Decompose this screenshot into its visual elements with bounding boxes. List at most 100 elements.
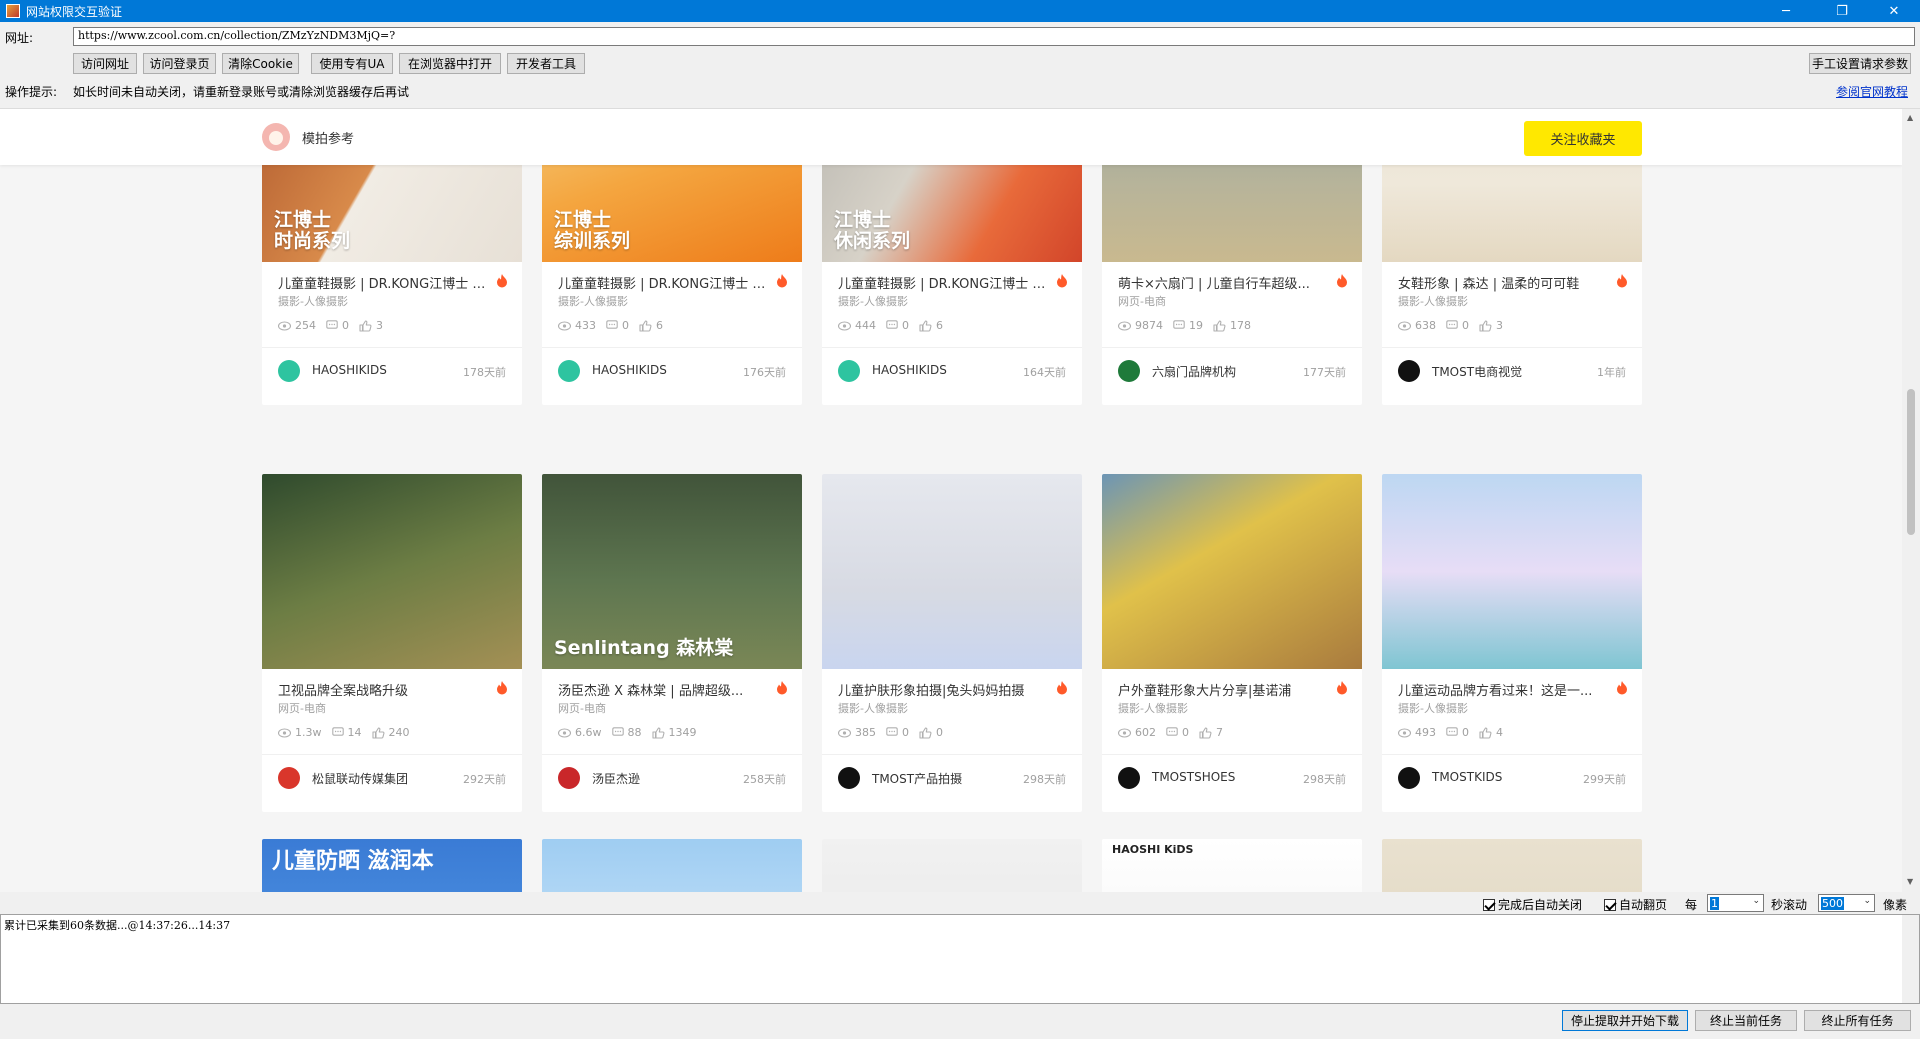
work-thumbnail[interactable] <box>542 839 802 892</box>
author-avatar[interactable] <box>278 360 300 382</box>
comment-count: 0 <box>1462 319 1469 332</box>
author-name[interactable]: TMOSTKIDS <box>1432 770 1502 784</box>
work-title[interactable]: 汤臣杰逊 X 森林棠 | 品牌超级... <box>558 680 774 699</box>
author-avatar[interactable] <box>558 767 580 789</box>
work-title[interactable]: 儿童护肤形象拍摄|兔头妈妈拍摄 <box>838 680 1054 699</box>
checkbox-icon <box>1604 898 1616 911</box>
work-card[interactable]: 儿童运动品牌方看过来！这是一... 摄影-人像摄影 493 0 4 TMOSTKIDS 29… <box>1382 474 1642 812</box>
author-name[interactable]: 松鼠联动传媒集团 <box>312 770 408 787</box>
work-thumbnail[interactable]: Senlintang 森林棠 <box>542 474 802 669</box>
eye-icon <box>1398 727 1411 738</box>
work-card[interactable] <box>1382 839 1642 892</box>
stop-current-task-button[interactable]: 终止当前任务 <box>1695 1010 1797 1031</box>
auto-page-label: 自动翻页 <box>1619 898 1668 912</box>
work-title[interactable]: 萌卡×六扇门 | 儿童自行车超级... <box>1118 273 1334 292</box>
work-card[interactable]: 儿童防晒 滋润本 <box>262 839 522 892</box>
eye-icon <box>1118 320 1131 331</box>
thumbs-up-icon <box>1199 726 1212 739</box>
close-button[interactable]: ✕ <box>1872 0 1916 22</box>
author-avatar[interactable] <box>1118 360 1140 382</box>
open-in-browser-button[interactable]: 在浏览器中打开 <box>399 53 501 74</box>
maximize-icon: ❐ <box>1836 3 1848 19</box>
author-name[interactable]: TMOST产品拍摄 <box>872 770 962 787</box>
work-category: 摄影-人像摄影 <box>838 295 908 308</box>
author-name[interactable]: HAOSHIKIDS <box>312 363 387 377</box>
card-divider <box>1102 754 1362 755</box>
visit-login-button[interactable]: 访问登录页 <box>143 53 216 74</box>
work-title[interactable]: 女鞋形象 | 森达 | 温柔的可可鞋 <box>1398 273 1614 292</box>
use-ua-button[interactable]: 使用专有UA <box>311 53 393 74</box>
pixels-select[interactable]: 500 ⌄ <box>1818 894 1875 912</box>
work-title[interactable]: 卫视品牌全案战略升级 <box>278 680 494 699</box>
stop-and-download-button[interactable]: 停止提取并开始下载 <box>1562 1010 1688 1031</box>
work-thumbnail[interactable] <box>1382 839 1642 892</box>
work-card[interactable] <box>542 839 802 892</box>
author-avatar[interactable] <box>1118 767 1140 789</box>
author-avatar[interactable] <box>1398 767 1420 789</box>
work-title[interactable]: 儿童运动品牌方看过来！这是一... <box>1398 680 1614 699</box>
chevron-down-icon: ⌄ <box>1863 896 1871 906</box>
work-title[interactable]: 儿童童鞋摄影 | DR.KONG江博士 时尚系列 <box>278 273 494 292</box>
work-thumbnail[interactable]: HAOSHI KiDS <box>1102 839 1362 892</box>
author-name[interactable]: 汤臣杰逊 <box>592 770 640 787</box>
author-avatar[interactable] <box>838 767 860 789</box>
comment-count: 88 <box>627 726 642 739</box>
work-card[interactable]: Senlintang 森林棠 汤臣杰逊 X 森林棠 | 品牌超级... 网页-电商 6… <box>542 474 802 812</box>
work-thumbnail[interactable]: 儿童防晒 滋润本 <box>262 839 522 892</box>
author-name[interactable]: TMOSTSHOES <box>1152 770 1235 784</box>
publish-time: 1年前 <box>1597 366 1626 379</box>
publish-time: 164天前 <box>1023 366 1066 379</box>
work-title[interactable]: 户外童鞋形象大片分享|基诺浦 <box>1118 680 1334 699</box>
work-card[interactable]: 卫视品牌全案战略升级 网页-电商 1.3w 14 240 松鼠联动传媒集团 292天前 <box>262 474 522 812</box>
url-input[interactable]: https://www.zcool.com.cn/collection/ZMzY… <box>73 27 1915 46</box>
author-avatar[interactable] <box>838 360 860 382</box>
work-thumbnail[interactable] <box>1382 474 1642 669</box>
scroll-up-icon[interactable]: ▲ <box>1907 113 1913 122</box>
card-divider <box>822 347 1082 348</box>
dev-tools-button[interactable]: 开发者工具 <box>507 53 585 74</box>
work-card[interactable]: HAOSHI KiDS <box>1102 839 1362 892</box>
comment-count: 0 <box>1462 726 1469 739</box>
thumbs-up-icon <box>1479 319 1492 332</box>
maximize-button[interactable]: ❐ <box>1820 0 1864 22</box>
log-output[interactable]: 累计已采集到60条数据...@14:37:26...14:37 <box>0 914 1920 1004</box>
work-card[interactable]: 儿童护肤形象拍摄|兔头妈妈拍摄 摄影-人像摄影 385 0 0 TMOST产品拍摄 298天… <box>822 474 1082 812</box>
stop-all-tasks-button[interactable]: 终止所有任务 <box>1804 1010 1911 1031</box>
work-thumbnail[interactable] <box>1102 474 1362 669</box>
work-thumbnail[interactable] <box>822 474 1082 669</box>
web-view[interactable]: 模拍参考 关注收藏夹 江博士 时尚系列 儿童童鞋摄影 | DR.KONG江博士 时… <box>0 108 1920 892</box>
work-title[interactable]: 儿童童鞋摄影 | DR.KONG江博士 综训系列 <box>558 273 774 292</box>
author-name[interactable]: HAOSHIKIDS <box>872 363 947 377</box>
work-card[interactable] <box>822 839 1082 892</box>
work-title[interactable]: 儿童童鞋摄影 | DR.KONG江博士 休闲系列 <box>838 273 1054 292</box>
manual-settings-button[interactable]: 手工设置请求参数 <box>1809 53 1911 74</box>
collection-avatar[interactable] <box>262 123 290 151</box>
thumbs-up-icon <box>1479 726 1492 739</box>
web-scrollbar[interactable]: ▲ ▼ <box>1902 109 1920 892</box>
author-avatar[interactable] <box>558 360 580 382</box>
like-count: 4 <box>1496 726 1503 739</box>
author-avatar[interactable] <box>278 767 300 789</box>
log-scrollbar[interactable] <box>1902 915 1919 1003</box>
scroll-thumb[interactable] <box>1907 389 1915 535</box>
author-name[interactable]: TMOST电商视觉 <box>1432 363 1522 380</box>
scroll-down-icon[interactable]: ▼ <box>1907 877 1913 886</box>
author-name[interactable]: 六扇门品牌机构 <box>1152 363 1236 380</box>
visit-url-button[interactable]: 访问网址 <box>73 53 137 74</box>
auto-close-checkbox[interactable]: 完成后自动关闭 <box>1483 896 1582 913</box>
clear-cookie-button[interactable]: 清除Cookie <box>222 53 299 74</box>
author-name[interactable]: HAOSHIKIDS <box>592 363 667 377</box>
work-thumbnail[interactable] <box>822 839 1082 892</box>
tutorial-link[interactable]: 参阅官网教程 <box>1836 83 1908 100</box>
comment-count: 0 <box>902 319 909 332</box>
auto-page-checkbox[interactable]: 自动翻页 <box>1604 896 1667 913</box>
minimize-button[interactable]: ─ <box>1764 0 1808 22</box>
work-thumbnail[interactable] <box>262 474 522 669</box>
author-avatar[interactable] <box>1398 360 1420 382</box>
card-divider <box>262 347 522 348</box>
follow-collection-button[interactable]: 关注收藏夹 <box>1524 121 1642 156</box>
work-card[interactable]: 户外童鞋形象大片分享|基诺浦 摄影-人像摄影 602 0 7 TMOSTSHOES 298天… <box>1102 474 1362 812</box>
publish-time: 258天前 <box>743 773 786 786</box>
collection-name[interactable]: 模拍参考 <box>302 128 354 147</box>
seconds-select[interactable]: 1 ⌄ <box>1707 894 1764 912</box>
